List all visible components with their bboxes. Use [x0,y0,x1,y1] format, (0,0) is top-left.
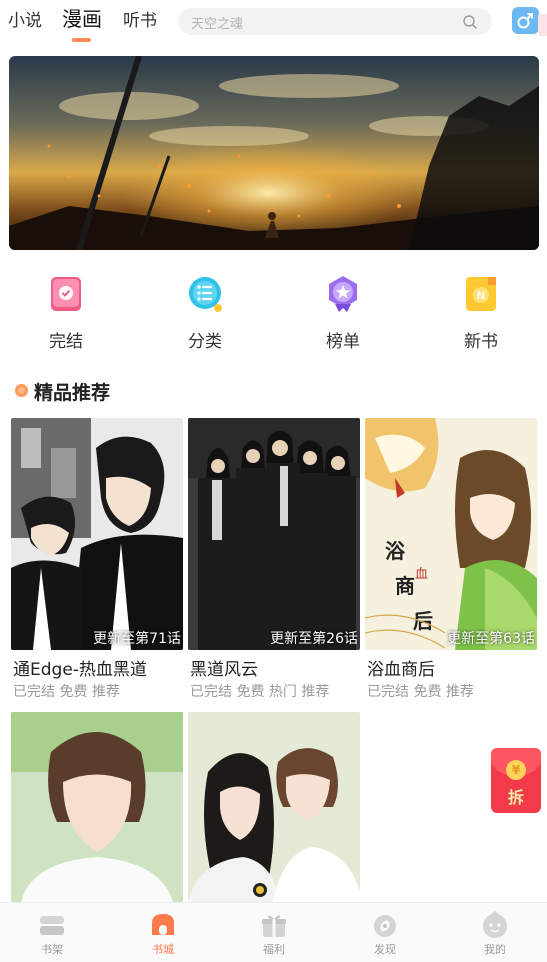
svg-text:N: N [477,290,485,302]
update-badge: 更新至第71话 [93,631,181,647]
comic-cover: 更新至第71话 [11,418,183,650]
search-bar[interactable]: 天空之魂 [178,8,492,35]
finished-book-icon [51,277,81,311]
nav-label: 发现 [374,943,396,956]
new-book-icon: N [466,277,496,311]
top-bar: 小说 漫画 听书 天空之魂 [0,0,547,50]
comic-tags: 已完结 免费 推荐 [13,684,120,700]
active-tab-indicator [72,38,91,42]
tab-audiobook[interactable]: 听书 [123,6,157,31]
ranking-medal-icon [329,276,357,312]
quick-entry-ranking[interactable]: 榜单 [298,270,388,352]
quick-entry-category[interactable]: 分类 [160,270,250,352]
cover-char: 浴 [385,540,406,563]
update-badge: 更新至第63话 [447,631,535,647]
quick-entry-label: 榜单 [326,332,360,352]
nav-label: 书城 [152,943,174,956]
quick-entry-label: 新书 [464,332,498,352]
update-badge: 更新至第26话 [270,631,358,647]
category-list-icon [189,277,222,312]
comic-cover: 浴 商 后 血 更新至第63话 [365,418,537,650]
comic-cover [11,712,183,902]
comic-tags: 已完结 免费 推荐 [367,684,474,700]
quick-entry-label: 分类 [188,332,222,352]
nav-welfare[interactable]: 福利 [234,903,314,962]
quick-entry-new[interactable]: N 新书 [436,270,526,352]
section-title: 精品推荐 [34,382,111,404]
hero-banner[interactable] [9,56,539,250]
nav-discover[interactable]: 发现 [345,903,425,962]
coin-icon: ¥ [506,760,526,780]
nav-bookshelf[interactable]: 书架 [12,903,92,962]
tab-novel[interactable]: 小说 [8,6,42,31]
section-dot-icon [15,384,28,397]
nav-label: 我的 [484,943,506,956]
side-edge-decoration [538,14,547,36]
tab-comic[interactable]: 漫画 [62,3,102,32]
comic-title: 黑道风云 [190,660,258,680]
profile-icon [483,911,507,938]
bookshelf-icon [40,916,64,935]
search-placeholder: 天空之魂 [191,17,244,32]
comic-tags: 已完结 免费 热门 推荐 [190,684,330,700]
quick-entry-finished[interactable]: 完结 [21,270,111,352]
red-packet-label: 拆 [507,788,524,807]
bookstore-icon [152,914,174,935]
banner-artwork [9,56,539,250]
comic-cover: 更新至第26话 [188,418,360,650]
nav-bookstore[interactable]: 书城 [123,903,203,962]
quick-entry-label: 完结 [49,332,83,352]
discover-icon [374,915,396,937]
nav-label: 福利 [263,943,285,956]
male-icon[interactable] [512,7,539,34]
search-icon[interactable] [462,14,478,30]
nav-label: 书架 [41,943,63,956]
nav-profile[interactable]: 我的 [455,903,535,962]
svg-text:商: 商 [395,574,415,598]
comic-title: 浴血商后 [367,660,435,680]
red-packet-button[interactable]: ¥ 拆 [491,748,541,813]
comic-title: 通Edge-热血黑道 [13,660,147,680]
bottom-nav: 书架 书城 福利 发现 我的 [0,902,547,962]
svg-text:血: 血 [415,566,428,581]
gift-icon [262,915,286,937]
comic-cover [188,712,360,902]
